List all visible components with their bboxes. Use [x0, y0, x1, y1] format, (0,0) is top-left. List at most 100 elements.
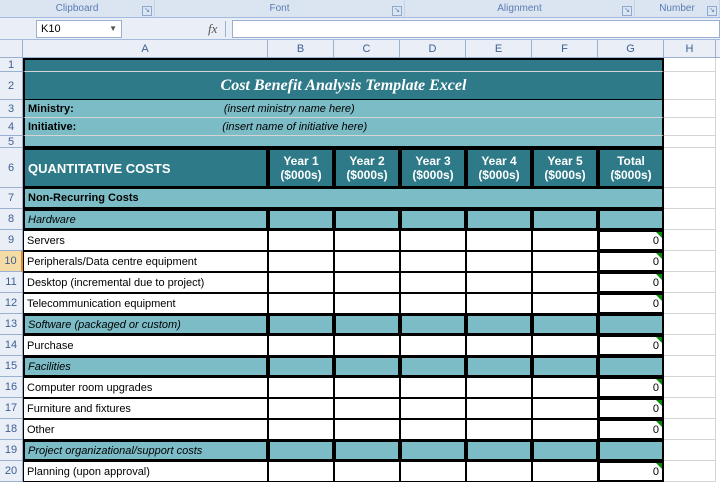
total-cell[interactable]: 0 [598, 230, 664, 251]
year-cell[interactable] [400, 272, 466, 293]
year-cell[interactable] [334, 230, 400, 251]
cell-H17[interactable] [664, 398, 716, 419]
row-header-12[interactable]: 12 [0, 293, 23, 314]
dialog-launcher-icon[interactable]: ↘ [707, 6, 717, 16]
row-header-8[interactable]: 8 [0, 209, 23, 230]
line-item-label[interactable]: Other [23, 419, 268, 440]
cell-H11[interactable] [664, 272, 716, 293]
dialog-launcher-icon[interactable]: ↘ [142, 6, 152, 16]
year-cell[interactable] [400, 251, 466, 272]
year-cell[interactable] [334, 293, 400, 314]
line-item-label[interactable]: Planning (upon approval) [23, 461, 268, 482]
year-cell[interactable] [334, 461, 400, 482]
year-cell[interactable] [268, 398, 334, 419]
year-cell[interactable] [532, 230, 598, 251]
column-header-G[interactable]: G [598, 40, 664, 57]
spreadsheet-grid[interactable]: 12Cost Benefit Analysis Template Excel3M… [0, 58, 720, 482]
year-cell[interactable] [268, 293, 334, 314]
cell-H20[interactable] [664, 461, 716, 482]
cell-H10[interactable] [664, 251, 716, 272]
year-cell[interactable] [466, 251, 532, 272]
total-cell[interactable]: 0 [598, 461, 664, 482]
chevron-down-icon[interactable]: ▼ [109, 24, 117, 33]
column-header-D[interactable]: D [400, 40, 466, 57]
cell-H7[interactable] [664, 188, 716, 209]
year-cell[interactable] [334, 398, 400, 419]
column-header-C[interactable]: C [334, 40, 400, 57]
row-header-19[interactable]: 19 [0, 440, 23, 461]
cell-H16[interactable] [664, 377, 716, 398]
year-cell[interactable] [532, 377, 598, 398]
row-header-17[interactable]: 17 [0, 398, 23, 419]
cell-H9[interactable] [664, 230, 716, 251]
year-cell[interactable] [532, 251, 598, 272]
year-cell[interactable] [334, 335, 400, 356]
year-cell[interactable] [400, 377, 466, 398]
year-cell[interactable] [532, 335, 598, 356]
line-item-label[interactable]: Computer room upgrades [23, 377, 268, 398]
row-header-4[interactable]: 4 [0, 118, 23, 136]
dialog-launcher-icon[interactable]: ↘ [392, 6, 402, 16]
column-header-E[interactable]: E [466, 40, 532, 57]
year-cell[interactable] [400, 419, 466, 440]
row-header-1[interactable]: 1 [0, 58, 23, 72]
year-cell[interactable] [532, 398, 598, 419]
year-cell[interactable] [268, 335, 334, 356]
row-header-15[interactable]: 15 [0, 356, 23, 377]
line-item-label[interactable]: Telecommunication equipment [23, 293, 268, 314]
initiative-value[interactable]: (insert name of initiative here) [222, 121, 367, 133]
row-header-2[interactable]: 2 [0, 72, 23, 100]
total-cell[interactable]: 0 [598, 398, 664, 419]
year-cell[interactable] [532, 272, 598, 293]
year-cell[interactable] [466, 461, 532, 482]
year-cell[interactable] [400, 461, 466, 482]
cell-H2[interactable] [664, 72, 716, 100]
year-cell[interactable] [268, 230, 334, 251]
cell-H1[interactable] [664, 58, 716, 72]
total-cell[interactable]: 0 [598, 251, 664, 272]
cell-H18[interactable] [664, 419, 716, 440]
year-cell[interactable] [400, 335, 466, 356]
cell-H19[interactable] [664, 440, 716, 461]
year-cell[interactable] [334, 251, 400, 272]
row-header-7[interactable]: 7 [0, 188, 23, 209]
year-cell[interactable] [268, 419, 334, 440]
row-header-13[interactable]: 13 [0, 314, 23, 335]
year-cell[interactable] [400, 293, 466, 314]
line-item-label[interactable]: Servers [23, 230, 268, 251]
cell-H8[interactable] [664, 209, 716, 230]
total-cell[interactable]: 0 [598, 419, 664, 440]
year-cell[interactable] [400, 230, 466, 251]
year-cell[interactable] [466, 335, 532, 356]
select-all-corner[interactable] [0, 40, 23, 57]
year-cell[interactable] [532, 461, 598, 482]
year-cell[interactable] [268, 377, 334, 398]
year-cell[interactable] [268, 251, 334, 272]
total-cell[interactable]: 0 [598, 335, 664, 356]
year-cell[interactable] [466, 398, 532, 419]
total-cell[interactable]: 0 [598, 272, 664, 293]
row-header-18[interactable]: 18 [0, 419, 23, 440]
line-item-label[interactable]: Desktop (incremental due to project) [23, 272, 268, 293]
total-cell[interactable]: 0 [598, 377, 664, 398]
row-header-3[interactable]: 3 [0, 100, 23, 118]
total-cell[interactable]: 0 [598, 293, 664, 314]
row-header-20[interactable]: 20 [0, 461, 23, 482]
row-header-16[interactable]: 16 [0, 377, 23, 398]
year-cell[interactable] [466, 230, 532, 251]
year-cell[interactable] [334, 272, 400, 293]
row-header-9[interactable]: 9 [0, 230, 23, 251]
ministry-value[interactable]: (insert ministry name here) [224, 103, 355, 115]
year-cell[interactable] [532, 293, 598, 314]
line-item-label[interactable]: Purchase [23, 335, 268, 356]
cell-H13[interactable] [664, 314, 716, 335]
cell-H6[interactable] [664, 148, 716, 188]
fx-icon[interactable]: fx [208, 21, 226, 37]
year-cell[interactable] [400, 398, 466, 419]
column-header-F[interactable]: F [532, 40, 598, 57]
year-cell[interactable] [466, 272, 532, 293]
row-header-10[interactable]: 10 [0, 251, 23, 272]
year-cell[interactable] [532, 419, 598, 440]
line-item-label[interactable]: Furniture and fixtures [23, 398, 268, 419]
line-item-label[interactable]: Peripherals/Data centre equipment [23, 251, 268, 272]
